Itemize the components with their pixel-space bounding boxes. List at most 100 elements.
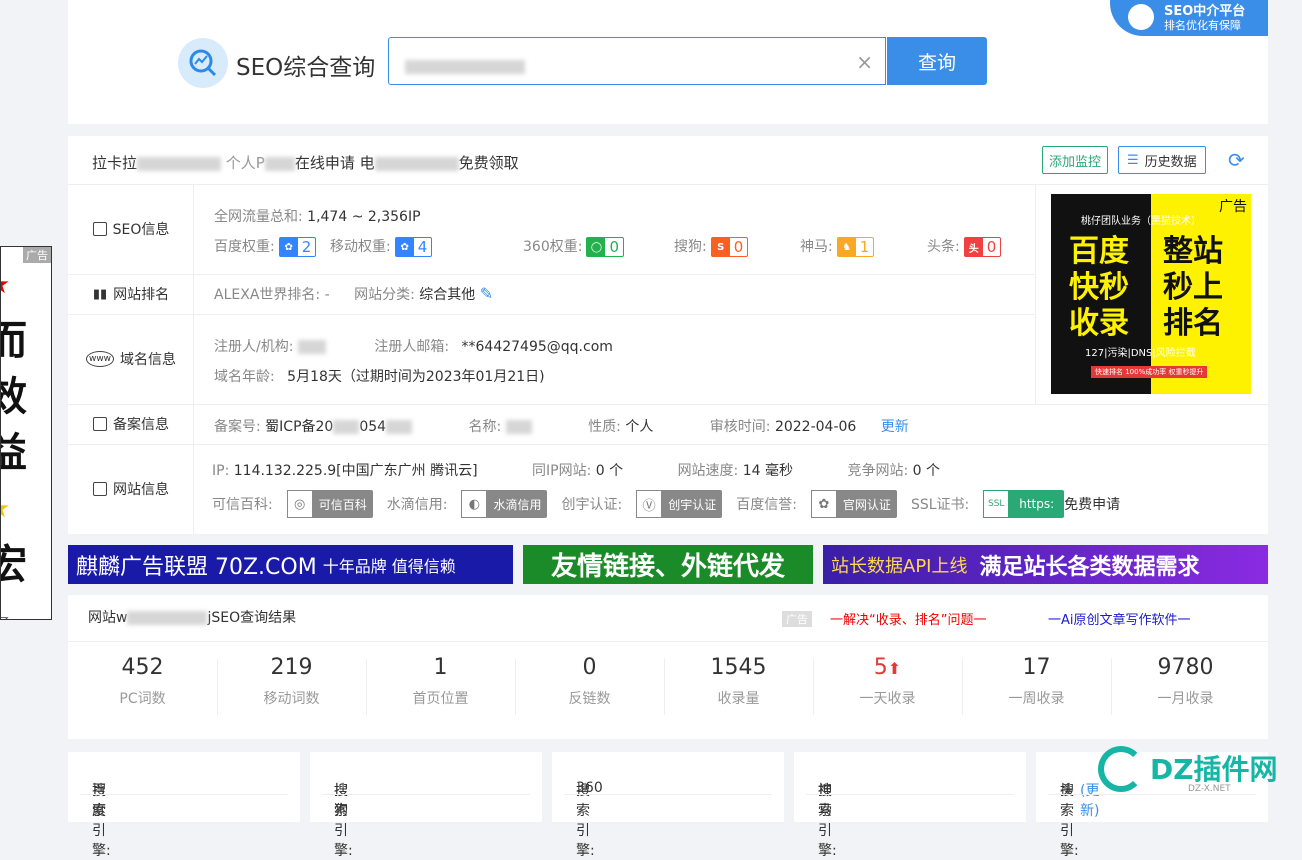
engine-card-sogou[interactable]: 搜索引擎: 搜狗 [310,752,542,859]
ad-link-index[interactable]: 一解决“收录、排名”问题一 [830,609,986,628]
stat-indexed[interactable]: 1545 收录量 [664,641,813,708]
speed-label: 网站速度: [677,463,739,479]
sameip-label: 同IP网站: [532,463,592,479]
engine-card-360[interactable]: 搜索引擎: 360 [552,752,784,859]
stat-backlinks[interactable]: 0 反链数 [515,641,664,708]
icp-number-label: 备案号: [214,419,261,435]
weight-badge[interactable]: ✿ 4 [394,237,433,257]
ssl-badge[interactable]: SSL https: [983,490,1065,518]
banner-strong: 满足站长各类数据需求 [979,554,1200,580]
email-label: 注册人邮箱: [374,339,450,355]
trust-label: 水滴信用: [386,497,448,513]
icp-info-text: 备案信息 [113,417,169,433]
ad-word: 整站 [1163,234,1223,269]
blurred-text [264,156,295,171]
stat-week[interactable]: 17 一周收录 [962,641,1111,708]
stat-label: 一周收录 [1008,691,1065,707]
shuidi-badge[interactable]: ◐ 水滴信用 [461,490,548,518]
ad-word: 快秒 [1069,270,1129,305]
age-value: 5月18天（过期时间为2023年01月21日) [287,369,545,385]
icp-number-mid: 054 [359,419,387,435]
360-icon: ◯ [587,238,606,256]
stat-month[interactable]: 9780 一月收录 [1111,641,1260,708]
icp-type-label: 性质: [588,419,621,435]
baidu-credit-badge[interactable]: ✿ 官网认证 [810,490,897,518]
weight-badge[interactable]: 头0 [963,237,1002,257]
badge-text: 官网认证 [842,497,891,512]
icp-update-link[interactable]: 更新 [881,419,909,435]
stat-mobile[interactable]: 219 移动词数 [217,641,366,708]
banner-text: 友情链接、外链代发 [550,552,785,582]
weight-badge[interactable]: ✿ 2 [278,237,317,257]
blurred-query [405,60,525,74]
compete-value: 0 个 [912,463,940,479]
watermark-text: DZ插件网 [1150,753,1278,786]
icp-line: 备案号: 蜀ICP备20 054 名称: 性质: 个人 审核时间: 2022-04… [214,416,909,436]
stat-day[interactable]: 5⬆ 一天收录 [813,641,962,708]
banner-links[interactable]: 友情链接、外链代发 [523,545,813,584]
refresh-icon[interactable]: ⟳ [1228,148,1245,172]
history-button[interactable]: ☰ 历史数据 [1118,146,1206,174]
speed-value: 14 毫秒 [742,463,793,479]
banner-api[interactable]: 站长数据API上线 满足站长各类数据需求 [823,545,1268,584]
age-label: 域名年龄: [214,369,275,385]
weight-label: 百度权重: [214,239,275,255]
right-ad[interactable]: 广告 桃仔团队业务（黑猫技术） 百度 快秒 收录 整站 秒上 排名 127|污染… [1051,194,1251,394]
alexa-value: - [324,287,330,303]
left-ad[interactable]: 广告 ★ 而效益 ★ 宏 ☆ [0,246,52,620]
email-value: **64427495@qq.com [461,339,613,355]
edit-icon[interactable]: ✎ [480,284,493,303]
engine-name: 神马 [818,783,832,819]
stat-label: 一天收录 [859,691,916,707]
engine-name: 搜狗 [334,783,348,819]
site-title-part: 在线申请 电 [294,154,375,172]
badge-text: 创宇认证 [668,497,717,512]
search-button[interactable]: 查询 [887,37,987,85]
stat-home[interactable]: 1 首页位置 [366,641,515,708]
ip-line: IP: 114.132.225.9[中国广东广州 腾讯云] 同IP网站: 0 个… [212,460,940,480]
banner-qilin[interactable]: 麒麟广告联盟 70Z.COM 十年品牌 值得信赖 [68,545,513,584]
ad-top-text: 桃仔团队业务（黑猫技术） [1081,216,1201,227]
clear-icon[interactable]: × [856,50,873,74]
ad-word: 百度 [1069,234,1129,269]
results-title-prefix: 网站w [88,610,128,626]
domain-info-label: www 域名信息 [68,314,194,404]
weight-label: 神马: [800,239,833,255]
alexa-label: ALEXA世界排名: [214,287,321,303]
promo-line2: 排名优化有保障 [1164,19,1241,32]
trust-label: 创宇认证: [561,497,623,513]
weight-value: 0 [609,238,619,256]
engine-card-shenma[interactable]: 搜索引擎: 神马 [794,752,1026,859]
search-input[interactable]: × [388,37,886,85]
chuangyu-badge[interactable]: Ⓥ 创宇认证 [636,490,723,518]
ssl-apply-link[interactable]: 免费申请 [1064,494,1120,514]
weight-label: 头条: [927,239,960,255]
add-monitor-button[interactable]: 添加监控 [1042,146,1109,174]
weight-label: 搜狗: [674,239,707,255]
stat-pc[interactable]: 452 PC词数 [68,641,217,708]
kexin-badge[interactable]: ◎ 可信百科 [286,490,373,518]
shenma-icon: ♞ [837,238,856,256]
shield-icon: ◎ [286,490,313,518]
promo-logo-icon [1128,4,1154,30]
badge-text: 可信百科 [318,497,367,512]
weight-badge[interactable]: ◯ 0 [586,237,624,257]
corner-promo[interactable]: SEO中介平台 排名优化有保障 [1110,0,1268,36]
weight-label: 360权重: [523,239,583,255]
site-title-part: 免费领取 [458,154,519,172]
engine-card-baidu[interactable]: 搜索引擎: 百度 [68,752,300,859]
weight-badge[interactable]: ♞ 1 [836,237,875,257]
weight-item: 移动权重: ✿ 4 [330,236,433,257]
ad-link-ai[interactable]: 一Ai原创文章写作软件一 [1048,609,1191,628]
engine-update-link[interactable]: (更新) [1080,780,1099,820]
domain-info-text: 域名信息 [120,352,177,368]
baidu-paw-icon: ✿ [810,490,837,518]
www-icon: www [85,351,115,367]
weight-item: 360权重: ◯ 0 [523,236,624,257]
website-info-label: 网站信息 [68,444,194,534]
weight-badge[interactable]: S0 [710,237,749,257]
blurred-text [505,420,532,434]
drop-icon: ◐ [461,490,488,518]
engine-name: 头 [1060,783,1074,799]
stat-label: 反链数 [568,691,611,707]
